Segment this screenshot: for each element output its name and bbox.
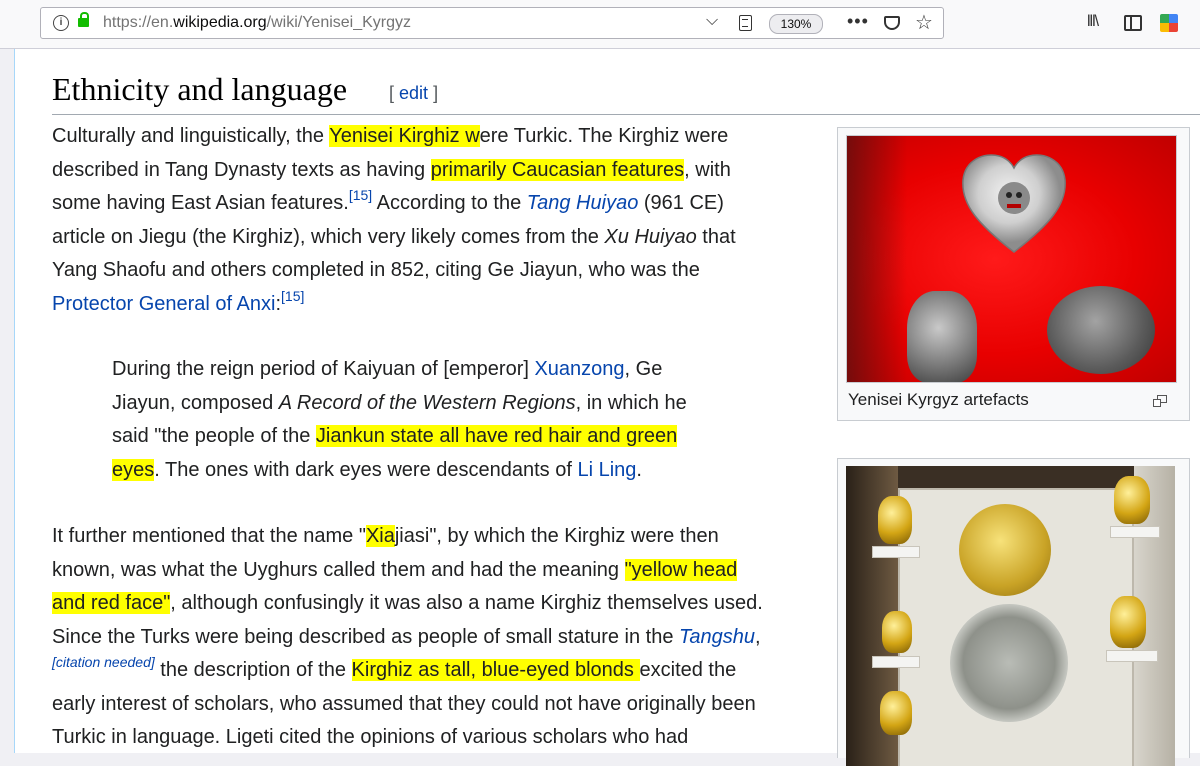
citation-needed-link[interactable]: citation needed xyxy=(56,654,151,670)
library-icon[interactable]: lll\ xyxy=(1087,13,1099,31)
edit-link[interactable]: edit xyxy=(399,83,428,103)
link-tang-huiyao[interactable]: Tang Huiyao xyxy=(527,192,639,214)
highlight: Jiankun state all have red hair and gree… xyxy=(315,425,678,447)
highlight: primarily Caucasian features xyxy=(430,158,685,181)
url-bar[interactable]: i https://en.wikipedia.org/wiki/Yenisei_… xyxy=(40,7,944,39)
url-text[interactable]: https://en.wikipedia.org/wiki/Yenisei_Ky… xyxy=(103,14,411,32)
enlarge-icon[interactable] xyxy=(1153,395,1167,407)
link-li-ling[interactable]: Li Ling xyxy=(577,459,636,481)
thumbnail-caption: Yenisei Kyrgyz artefacts xyxy=(848,390,1029,409)
amulet-image xyxy=(907,291,977,382)
mask-image xyxy=(1047,286,1155,374)
pocket-icon[interactable] xyxy=(884,16,900,30)
highlight: Yenisei Kirghiz w xyxy=(329,125,480,147)
blockquote: During the reign period of Kaiyuan of [e… xyxy=(112,358,687,481)
zoom-level-badge[interactable]: 130% xyxy=(769,14,823,34)
bookmark-star-icon[interactable]: ☆ xyxy=(915,10,933,35)
extension-icon[interactable] xyxy=(1160,14,1178,32)
thumbnail-artefacts: Yenisei Kyrgyz artefacts xyxy=(837,127,1190,421)
reference-15[interactable]: [15] xyxy=(349,187,372,203)
info-icon[interactable]: i xyxy=(53,15,69,31)
paragraph-2: It further mentioned that the name "Xiaj… xyxy=(52,525,763,748)
highlight: eyes xyxy=(112,458,155,481)
highlight: and red face" xyxy=(52,592,171,614)
browser-toolbar: i https://en.wikipedia.org/wiki/Yenisei_… xyxy=(0,0,1200,49)
edit-section: [ edit ] xyxy=(389,83,439,103)
page-actions-more-icon[interactable]: ••• xyxy=(847,11,869,32)
link-xuanzong[interactable]: Xuanzong xyxy=(534,358,624,380)
link-tangshu[interactable]: Tangshu xyxy=(679,626,755,648)
gold-artefacts-image[interactable] xyxy=(846,466,1175,766)
sidebar-toggle-icon[interactable] xyxy=(1124,15,1142,31)
link-protector-general-of-anxi[interactable]: Protector General of Anxi xyxy=(52,293,275,315)
highlight: Xia xyxy=(365,525,395,547)
paragraph-1: Culturally and linguistically, the Yenis… xyxy=(52,125,736,315)
highlight: "yellow head xyxy=(624,558,738,581)
article-page: Ethnicity and language [ edit ] Cultural… xyxy=(14,49,1200,766)
thumbnail-gold-artefacts xyxy=(837,458,1190,766)
chevron-down-icon[interactable]: ⌵ xyxy=(706,12,718,30)
reference-15[interactable]: [15] xyxy=(281,288,304,304)
section-title: Ethnicity and language xyxy=(52,71,348,107)
reader-view-icon[interactable] xyxy=(739,15,752,31)
heart-plaque-image xyxy=(962,154,1066,253)
section-heading: Ethnicity and language [ edit ] xyxy=(52,69,1200,115)
highlight: Kirghiz as tall, blue-eyed blonds xyxy=(351,659,640,681)
lock-icon[interactable] xyxy=(78,12,89,27)
artefacts-image[interactable] xyxy=(846,135,1177,383)
